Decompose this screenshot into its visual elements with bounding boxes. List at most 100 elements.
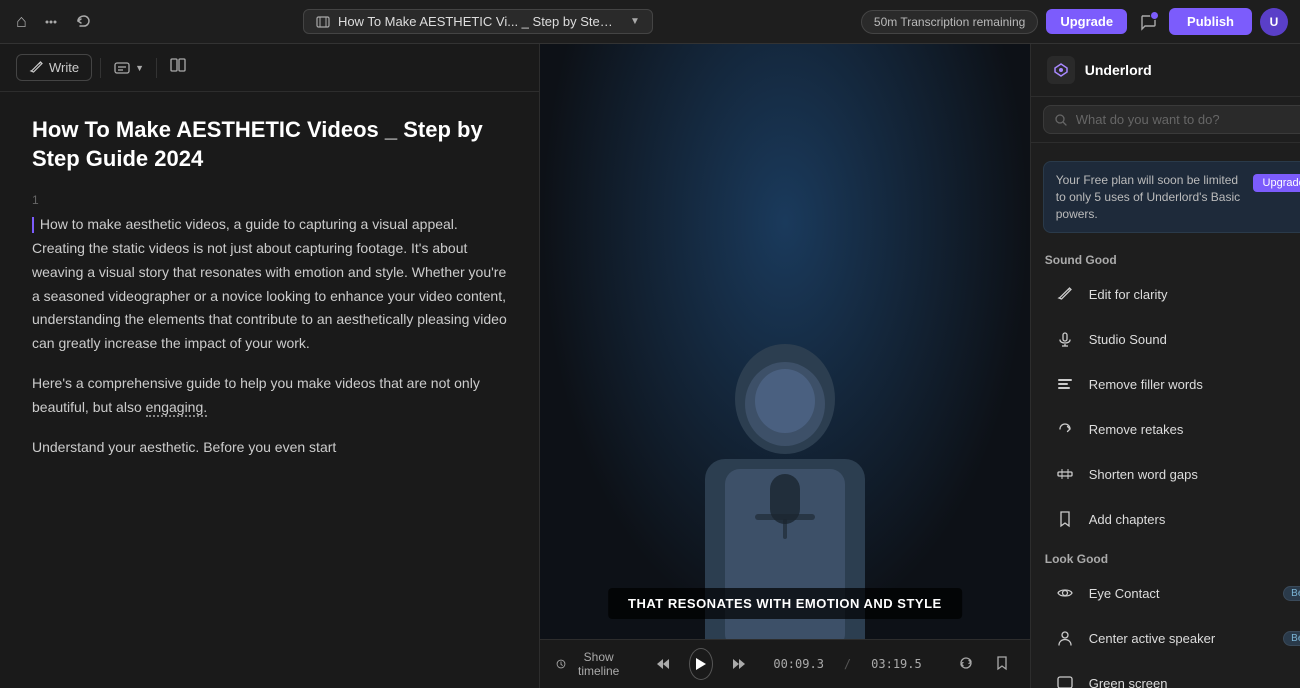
video-controls: Show timeline 00:09.3 / 03:19.5 <box>540 639 1030 688</box>
home-button[interactable]: ⌂ <box>12 7 31 36</box>
editor-content[interactable]: How To Make AESTHETIC Videos _ Step by S… <box>0 92 539 688</box>
studio-sound-icon <box>1051 325 1079 353</box>
toolbar-separator2 <box>156 58 157 78</box>
skip-back-button[interactable] <box>649 652 677 676</box>
loop-button[interactable] <box>954 651 978 678</box>
search-icon <box>1054 113 1068 127</box>
studio-sound-label: Studio Sound <box>1089 332 1300 347</box>
toolbar-separator <box>100 58 101 78</box>
eye-contact-label: Eye Contact <box>1089 586 1273 601</box>
video-background: THAT RESONATES WITH EMOTION AND STYLE <box>540 44 1030 639</box>
editor-toolbar: Write ▼ <box>0 44 539 92</box>
search-wrap <box>1043 105 1300 134</box>
feature-remove-filler[interactable]: Remove filler words <box>1037 362 1300 406</box>
feature-green-screen[interactable]: Green screen <box>1037 661 1300 688</box>
segment-text-content-2: Here's a comprehensive guide to help you… <box>32 375 480 417</box>
time-total: 03:19.5 <box>871 657 922 671</box>
green-screen-icon <box>1051 669 1079 688</box>
comments-button[interactable] <box>1135 9 1161 35</box>
eye-contact-beta-badge: Beta <box>1283 586 1300 601</box>
look-good-section-label: Look Good <box>1031 542 1300 570</box>
underlord-search-input[interactable] <box>1076 112 1300 127</box>
shorten-gaps-icon <box>1051 460 1079 488</box>
transcription-badge: 50m Transcription remaining <box>861 10 1038 34</box>
write-label: Write <box>49 60 79 75</box>
remove-retakes-label: Remove retakes <box>1089 422 1300 437</box>
time-current: 00:09.3 <box>773 657 824 671</box>
caption-toggle-button[interactable]: ▼ <box>109 55 148 81</box>
timeline-icon <box>556 657 566 671</box>
undo-button[interactable] <box>71 10 95 34</box>
caption-icon <box>113 59 131 77</box>
loop-icon <box>958 655 974 671</box>
remove-retakes-icon <box>1051 415 1079 443</box>
segment-text-content-1: How to make aesthetic videos, a guide to… <box>32 216 507 351</box>
feature-center-speaker[interactable]: Center active speaker Beta <box>1037 616 1300 660</box>
feature-eye-contact[interactable]: Eye Contact Beta <box>1037 571 1300 615</box>
publish-button[interactable]: Publish <box>1169 8 1252 35</box>
upgrade-notice-text: Your Free plan will soon be limited to o… <box>1056 172 1245 222</box>
main-area: Write ▼ How To Make AESTHETIC Videos _ S… <box>0 44 1300 688</box>
shorten-gaps-label: Shorten word gaps <box>1089 467 1300 482</box>
skip-forward-icon <box>731 656 747 672</box>
play-button[interactable] <box>689 648 713 680</box>
segment-text-2: Here's a comprehensive guide to help you… <box>32 372 507 420</box>
green-screen-label: Green screen <box>1089 676 1300 688</box>
underlord-scroll-area: Your Free plan will soon be limited to o… <box>1031 143 1300 688</box>
feature-studio-sound[interactable]: Studio Sound <box>1037 317 1300 361</box>
topbar: ⌂ How To Make AESTHETIC Vi... _ Step by … <box>0 0 1300 44</box>
user-avatar[interactable]: U <box>1260 8 1288 36</box>
center-speaker-icon <box>1051 624 1079 652</box>
play-icon <box>696 658 706 670</box>
underlord-search-area <box>1031 97 1300 143</box>
upgrade-notice: Your Free plan will soon be limited to o… <box>1043 161 1300 233</box>
title-chevron-icon: ▼ <box>630 16 640 27</box>
bookmark-button[interactable] <box>990 651 1014 678</box>
eye-contact-icon <box>1051 579 1079 607</box>
show-timeline-label: Show timeline <box>572 650 625 678</box>
segment-text-3: Understand your aesthetic. Before you ev… <box>32 436 507 460</box>
document-title: How To Make AESTHETIC Videos _ Step by S… <box>32 116 507 173</box>
show-timeline-button[interactable]: Show timeline <box>556 650 625 678</box>
feature-edit-clarity[interactable]: Edit for clarity <box>1037 272 1300 316</box>
segment-text-content-3: Understand your aesthetic. Before you ev… <box>32 439 336 455</box>
feature-add-chapters[interactable]: Add chapters <box>1037 497 1300 541</box>
edit-clarity-icon <box>1051 280 1079 308</box>
underlord-icon <box>1047 56 1075 84</box>
film-icon <box>316 15 330 29</box>
cursor <box>32 217 34 233</box>
bookmark-icon <box>994 655 1010 671</box>
underlord-header: Underlord <box>1031 44 1300 97</box>
caption-chevron-icon: ▼ <box>135 63 144 73</box>
transcription-text: 50m Transcription remaining <box>874 15 1025 29</box>
layout-button[interactable] <box>165 52 191 83</box>
video-container: THAT RESONATES WITH EMOTION AND STYLE <box>540 44 1030 639</box>
underlord-title: Underlord <box>1085 62 1152 78</box>
edit-clarity-label: Edit for clarity <box>1089 287 1300 302</box>
title-bar[interactable]: How To Make AESTHETIC Vi... _ Step by St… <box>303 9 653 34</box>
topbar-center: How To Make AESTHETIC Vi... _ Step by St… <box>103 9 853 34</box>
project-title: How To Make AESTHETIC Vi... _ Step by St… <box>338 14 618 29</box>
upgrade-notice-message: Your Free plan will soon be limited to o… <box>1056 173 1240 221</box>
video-caption: THAT RESONATES WITH EMOTION AND STYLE <box>608 588 962 619</box>
write-button[interactable]: Write <box>16 54 92 81</box>
add-chapters-label: Add chapters <box>1089 512 1300 527</box>
segment-number: 1 <box>32 193 507 207</box>
center-speaker-beta-badge: Beta <box>1283 631 1300 646</box>
dotted-word: engaging. <box>146 399 208 417</box>
feature-remove-retakes[interactable]: Remove retakes <box>1037 407 1300 451</box>
time-separator: / <box>844 657 851 671</box>
menu-button[interactable] <box>39 10 63 34</box>
skip-forward-button[interactable] <box>725 652 753 676</box>
upgrade-notice-button[interactable]: Upgrade <box>1253 174 1300 192</box>
center-speaker-label: Center active speaker <box>1089 631 1273 646</box>
upgrade-button[interactable]: Upgrade <box>1046 9 1127 34</box>
sound-good-section-label: Sound Good <box>1031 243 1300 271</box>
topbar-right: 50m Transcription remaining Upgrade Publ… <box>861 8 1288 36</box>
feature-shorten-gaps[interactable]: Shorten word gaps <box>1037 452 1300 496</box>
write-icon <box>29 61 43 75</box>
underlord-panel: Underlord Your Free plan will soon be li… <box>1030 44 1300 688</box>
remove-filler-icon <box>1051 370 1079 398</box>
add-chapters-icon <box>1051 505 1079 533</box>
skip-back-icon <box>655 656 671 672</box>
